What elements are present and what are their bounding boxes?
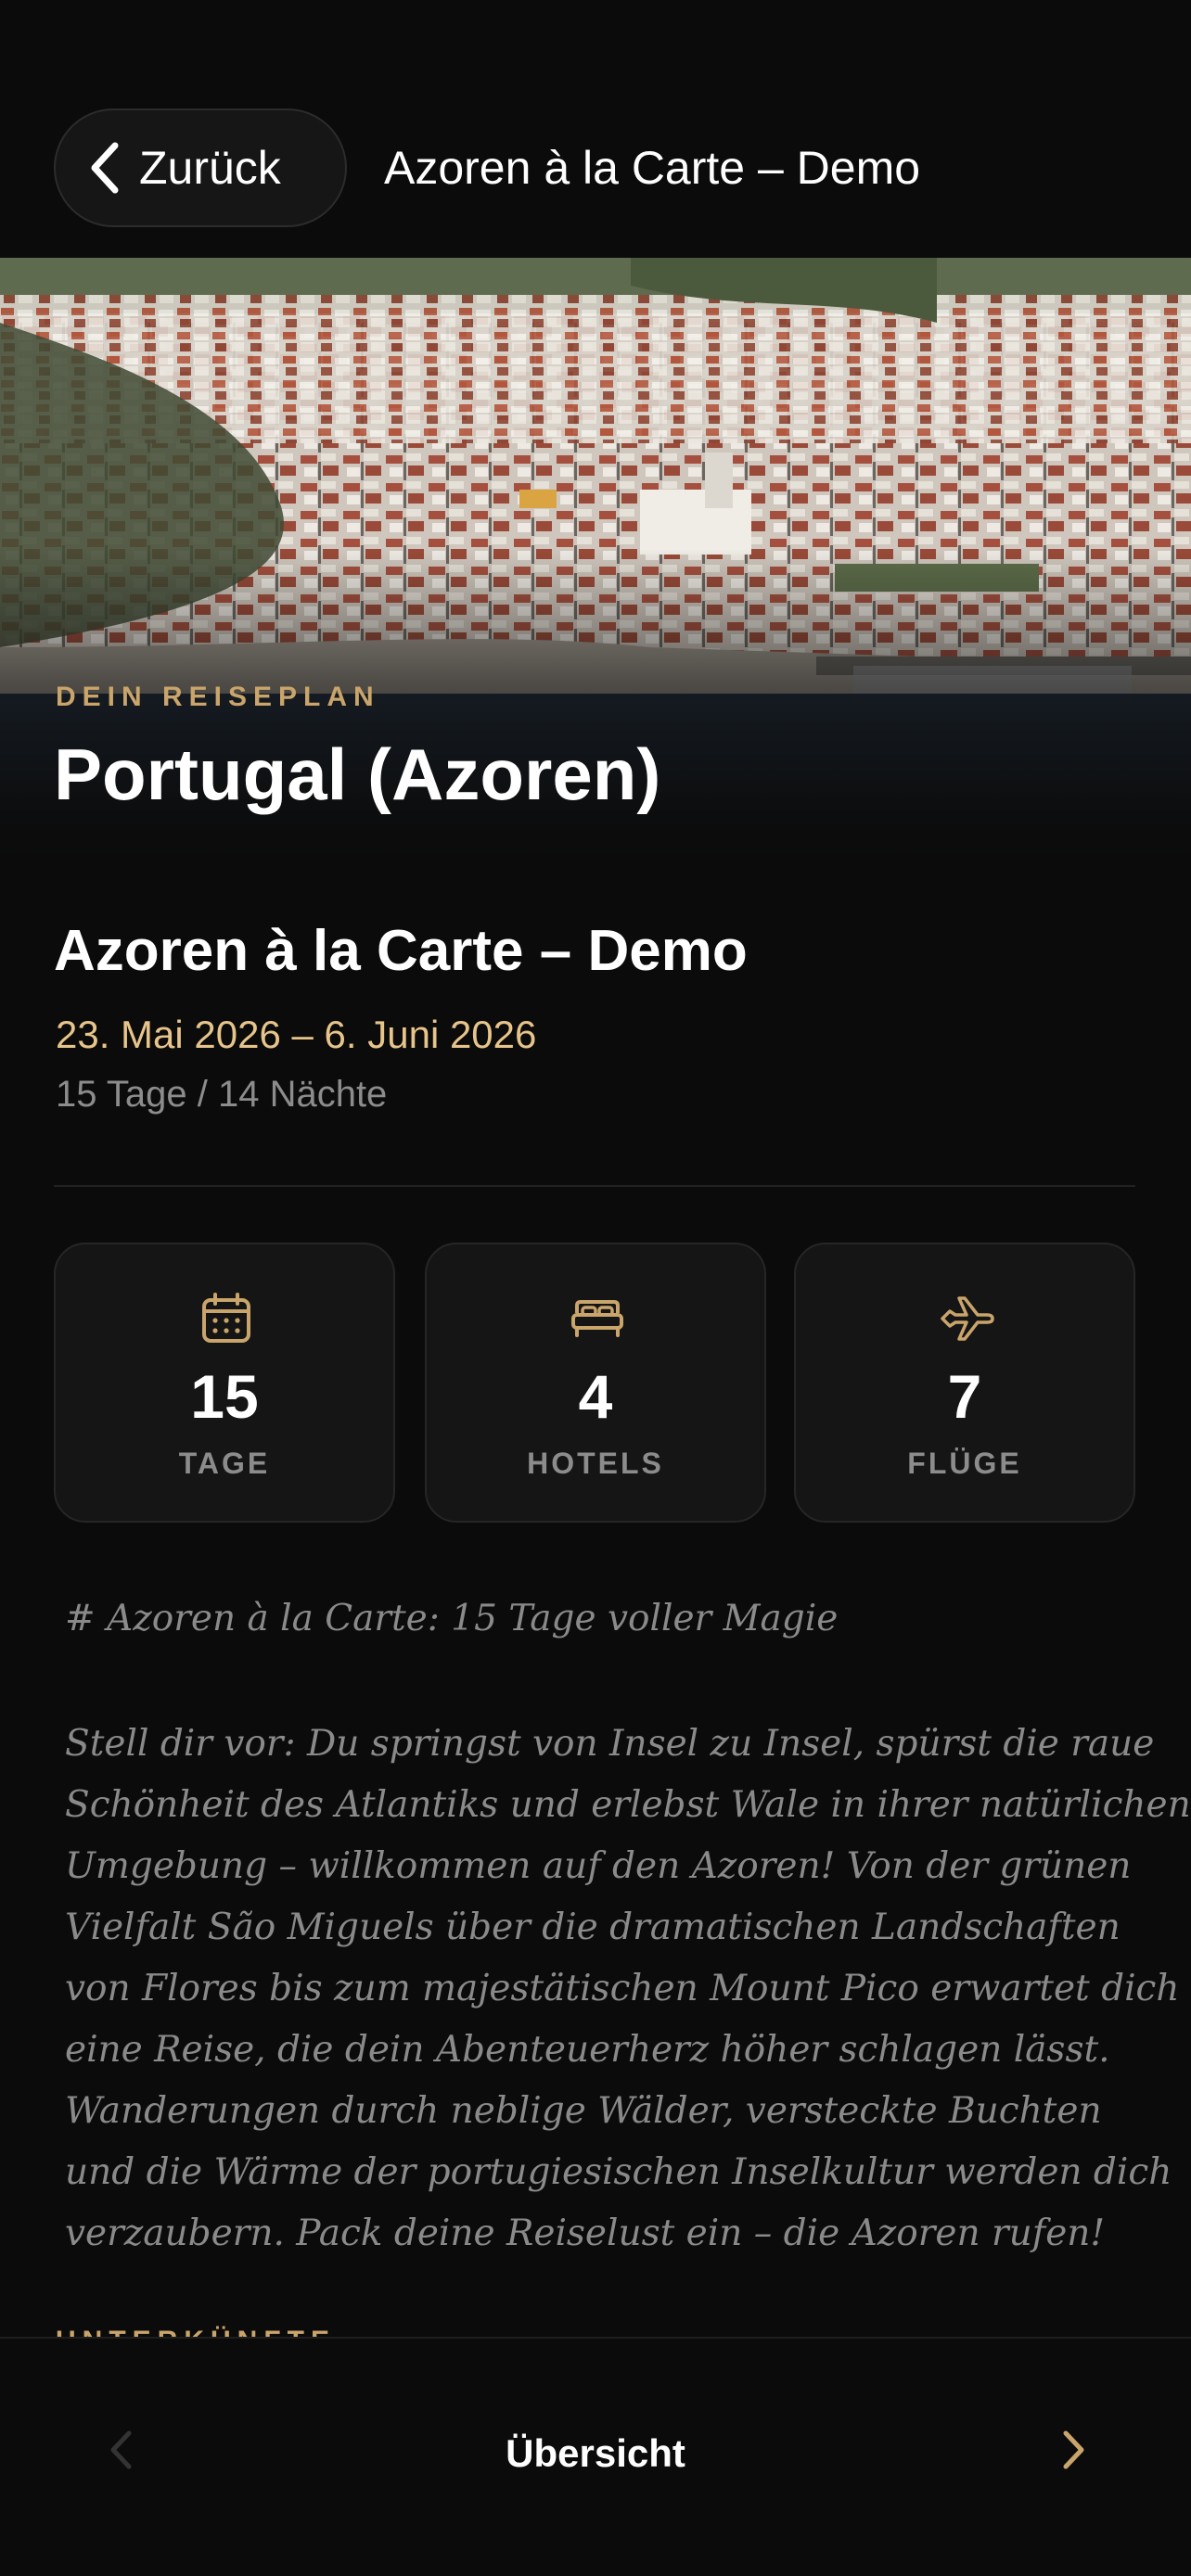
description-line: Schönheit des Atlantiks und erlebst Wale… [65, 1784, 1191, 1826]
chevron-left-icon [91, 142, 119, 194]
chevron-right-icon [1063, 2430, 1084, 2469]
description-line: Umgebung – willkommen auf den Azoren! Vo… [65, 1845, 1132, 1887]
stat-label: TAGE [178, 1447, 271, 1480]
stat-card-days: 15 TAGE [54, 1243, 395, 1523]
description-line: Wanderungen durch neblige Wälder, verste… [65, 2090, 1102, 2132]
description-line: eine Reise, die dein Abenteuerherz höher… [65, 2029, 1110, 2071]
description-line: Vielfalt São Miguels über die dramatisch… [65, 1906, 1121, 1948]
calendar-icon [202, 1293, 250, 1343]
description-heading: # Azoren à la Carte: 15 Tage voller Magi… [65, 1598, 839, 1639]
stat-card-hotels: 4 HOTELS [425, 1243, 766, 1523]
bottom-nav: Übersicht [0, 2337, 1191, 2576]
back-button-label: Zurück [139, 142, 281, 194]
bed-icon [571, 1300, 623, 1337]
bottom-nav-title: Übersicht [506, 2431, 685, 2475]
stat-card-flights: 7 FLÜGE [794, 1243, 1135, 1523]
trip-dates: 23. Mai 2026 – 6. Juni 2026 [56, 1013, 537, 1056]
trip-duration: 15 Tage / 14 Nächte [56, 1074, 388, 1115]
next-button[interactable] [1046, 2413, 1102, 2487]
description-body: Stell dir vor: Du springst von Insel zu … [65, 1714, 1191, 2264]
trip-name: Azoren à la Carte – Demo [54, 919, 748, 983]
stat-value: 15 [190, 1362, 259, 1431]
top-bar: Zurück Azoren à la Carte – Demo [0, 0, 1191, 258]
hero-eyebrow: DEIN REISEPLAN [56, 682, 380, 712]
page-title: Azoren à la Carte – Demo [384, 142, 921, 194]
stat-value: 4 [578, 1362, 613, 1431]
description-line: Stell dir vor: Du springst von Insel zu … [65, 1723, 1155, 1765]
description-line: verzaubern. Pack deine Reiselust ein – d… [65, 2213, 1106, 2254]
hero-title: Portugal (Azoren) [54, 733, 661, 815]
airplane-icon [941, 1296, 994, 1341]
stat-label: FLÜGE [907, 1447, 1022, 1480]
description-line: und die Wärme der portugiesischen Inselk… [65, 2151, 1172, 2193]
description-line: von Flores bis zum majestätischen Mount … [65, 1968, 1180, 2009]
back-button[interactable]: Zurück [54, 108, 347, 227]
divider [54, 1185, 1135, 1187]
stat-value: 7 [947, 1362, 982, 1431]
stat-label: HOTELS [527, 1447, 664, 1480]
